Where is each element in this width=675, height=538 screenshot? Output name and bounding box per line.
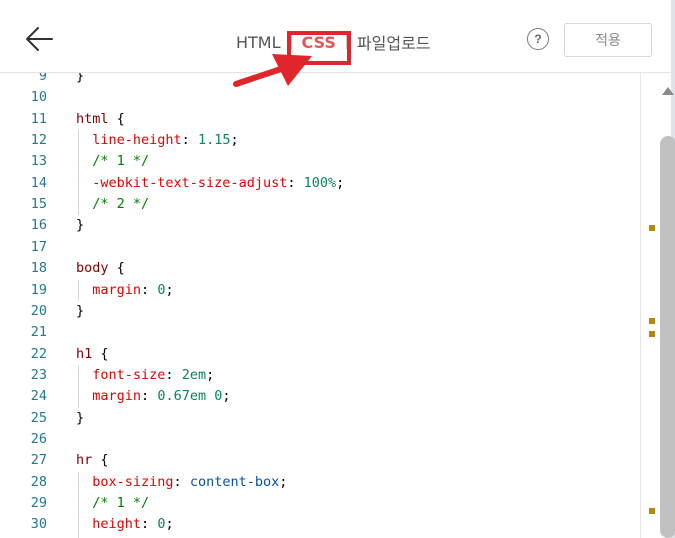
- code-line[interactable]: 30 height: 0;: [0, 514, 640, 535]
- line-number: 21: [30, 324, 47, 341]
- code-line[interactable]: 20}: [0, 301, 640, 322]
- line-number: 15: [30, 196, 47, 213]
- overview-ruler-marker: [649, 508, 655, 514]
- code-line[interactable]: 24 margin: 0.67em 0;: [0, 386, 640, 407]
- code-text: height: 0;: [92, 516, 174, 533]
- line-number: 13: [30, 153, 47, 170]
- code-line[interactable]: 21: [0, 322, 640, 343]
- code-line[interactable]: 27 hr {: [0, 450, 640, 471]
- code-text: }: [76, 409, 85, 426]
- line-number: 10: [30, 89, 47, 106]
- line-number: 25: [30, 409, 47, 426]
- code-text: }: [76, 302, 85, 319]
- line-number: 20: [30, 302, 47, 319]
- line-number: 23: [30, 366, 47, 383]
- line-number: 14: [30, 174, 47, 191]
- line-number: 24: [30, 388, 47, 405]
- code-line[interactable]: 14 -webkit-text-size-adjust: 100%;: [0, 173, 640, 194]
- code-text: h1 {: [76, 345, 109, 362]
- back-button[interactable]: [22, 24, 56, 54]
- line-number: 22: [30, 345, 47, 362]
- code-line[interactable]: 11 html {: [0, 109, 640, 130]
- code-editor[interactable]: 9} 10 11 html {12 line-height: 1.15; 13 /* 1…: [0, 73, 640, 538]
- code-line[interactable]: 22 h1 {: [0, 344, 640, 365]
- triangle-up-icon[interactable]: [662, 87, 674, 95]
- tab-file-upload[interactable]: 파일업로드: [357, 30, 431, 54]
- code-line[interactable]: 17: [0, 237, 640, 258]
- code-line[interactable]: 26: [0, 429, 640, 450]
- scrollbar-thumb[interactable]: [660, 136, 675, 538]
- code-line[interactable]: 18 body {: [0, 258, 640, 279]
- code-line[interactable]: 23 font-size: 2em;: [0, 365, 640, 386]
- code-text: margin: 0;: [92, 281, 174, 298]
- line-number: 9: [38, 73, 47, 84]
- code-text: /* 1 */: [76, 153, 150, 170]
- code-line[interactable]: 28 box-sizing: content-box;: [0, 472, 640, 493]
- help-button[interactable]: ?: [527, 28, 549, 50]
- code-text: }: [76, 217, 85, 234]
- indent-guide: [78, 471, 79, 538]
- line-number: 30: [30, 516, 47, 533]
- code-text: box-sizing: content-box;: [92, 473, 288, 490]
- indent-guide: [78, 279, 79, 301]
- line-number: 26: [30, 430, 47, 447]
- code-line[interactable]: 9}: [0, 73, 640, 87]
- code-text: /* 2 */: [76, 196, 150, 213]
- overview-ruler-marker: [649, 331, 655, 337]
- code-line[interactable]: 29 /* 1 */: [0, 493, 640, 514]
- line-number: 17: [30, 238, 47, 255]
- code-line[interactable]: 25}: [0, 408, 640, 429]
- indent-guide: [78, 130, 79, 216]
- line-number: 11: [30, 110, 47, 127]
- code-text: hr {: [76, 452, 109, 469]
- code-text: html {: [76, 110, 125, 127]
- code-line[interactable]: 15 /* 2 */: [0, 194, 640, 215]
- line-number: 19: [30, 281, 47, 298]
- code-line[interactable]: 16}: [0, 215, 640, 236]
- code-text: body {: [76, 260, 125, 277]
- line-number: 27: [30, 452, 47, 469]
- arrow-left-icon: [26, 27, 53, 51]
- code-line[interactable]: 12 line-height: 1.15;: [0, 130, 640, 151]
- code-text: margin: 0.67em 0;: [92, 388, 231, 405]
- code-text: /* 1 */: [76, 495, 150, 511]
- line-number: 18: [30, 260, 47, 277]
- indent-guide: [78, 364, 79, 408]
- code-text: }: [76, 73, 85, 84]
- annotation-arrow-icon: [233, 54, 312, 87]
- question-circle-icon: ?: [534, 32, 542, 46]
- code-text: line-height: 1.15;: [92, 132, 239, 149]
- line-number: 16: [30, 217, 47, 234]
- overview-ruler-marker: [649, 318, 655, 324]
- line-number: 29: [30, 495, 47, 511]
- line-number: 28: [30, 473, 47, 490]
- code-line[interactable]: 10: [0, 87, 640, 108]
- code-text: font-size: 2em;: [92, 366, 215, 383]
- code-text: -webkit-text-size-adjust: 100%;: [92, 174, 345, 191]
- overview-ruler-marker: [649, 225, 655, 231]
- code-line[interactable]: 19 margin: 0;: [0, 280, 640, 301]
- code-line[interactable]: 13 /* 1 */: [0, 151, 640, 172]
- apply-button[interactable]: 적용: [564, 23, 652, 57]
- line-number: 12: [30, 132, 47, 149]
